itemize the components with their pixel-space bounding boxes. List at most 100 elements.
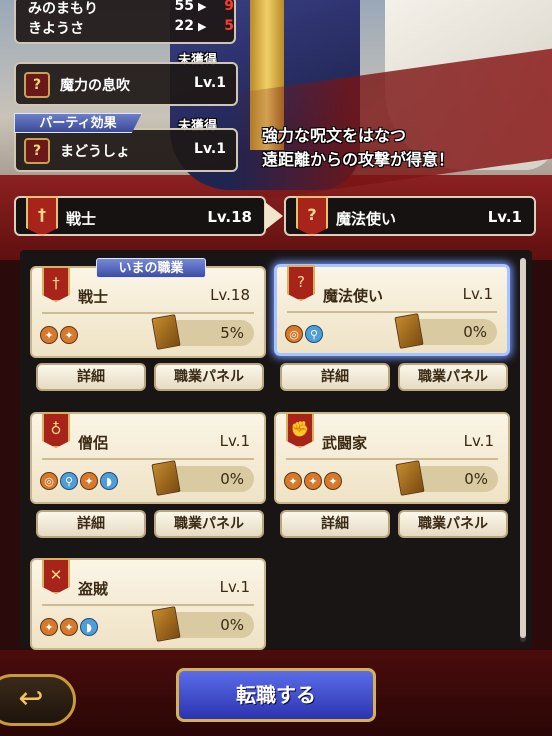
back-button[interactable]: ↩ <box>0 674 76 726</box>
stat-new-value: 5 <box>224 18 234 34</box>
divider <box>287 311 497 313</box>
stats-panel: みのまもり 55 ▶ 9 きようさ 22 ▶ 5 <box>14 0 236 44</box>
detail-button[interactable]: 詳細 <box>36 363 146 391</box>
job-level: Lv.1 <box>219 432 250 450</box>
skill-level: Lv.1 <box>194 75 226 91</box>
job-name: 魔法使い <box>323 287 384 305</box>
job-name: 盗賊 <box>78 580 109 598</box>
question-icon: ? <box>296 196 328 236</box>
weapon-icon: ◗ <box>100 472 118 490</box>
skill-panel[interactable]: ? 魔力の息吹 Lv.1 <box>14 62 238 106</box>
job-panel-button[interactable]: 職業パネル <box>154 510 264 538</box>
job-level: Lv.1 <box>462 285 493 303</box>
detail-button[interactable]: 詳細 <box>280 510 390 538</box>
job-name: 戦士 <box>78 288 109 306</box>
weapon-icon: ✦ <box>60 618 78 636</box>
question-icon: ? <box>287 265 315 301</box>
weapon-icon: ◎ <box>285 325 303 343</box>
staff-icon: ♁ <box>42 412 70 448</box>
arrow-right-icon: ▶ <box>198 0 207 13</box>
current-job-selector: † 戦士 Lv.18 <box>14 196 266 236</box>
progress-percent: 0% <box>464 470 488 488</box>
weapon-icons: ◎ ⚲ <box>285 323 325 343</box>
weapon-icon: ✦ <box>40 326 58 344</box>
divider <box>42 604 254 606</box>
change-job-button[interactable]: 転職する <box>176 668 376 722</box>
job-card-priest[interactable]: ♁ 僧侶 Lv.1 ◎ ⚲ ✦ ◗ 0% <box>30 412 266 504</box>
job-description: 強力な呪文をはなつ 遠距離からの攻撃が得意！ <box>262 124 552 172</box>
back-arrow-icon: ↩ <box>18 681 44 716</box>
weapon-icon: ◎ <box>40 472 58 490</box>
job-panel-icon <box>394 313 424 349</box>
job-panel-icon <box>151 314 181 350</box>
detail-button[interactable]: 詳細 <box>36 510 146 538</box>
panel-progress: 0% <box>395 460 498 496</box>
sword-icon: † <box>26 196 58 236</box>
job-panel-button[interactable]: 職業パネル <box>398 363 508 391</box>
job-card-martial-artist[interactable]: ✊ 武闘家 Lv.1 ✦ ✦ ✦ 0% <box>274 412 510 504</box>
weapon-icons: ✦ ✦ ✦ <box>284 470 344 490</box>
weapon-icon: ✦ <box>324 472 342 490</box>
job-panel-button[interactable]: 職業パネル <box>154 363 264 391</box>
target-job-selector: ? 魔法使い Lv.1 <box>284 196 536 236</box>
job-name: 武闘家 <box>322 434 368 452</box>
divider <box>42 458 254 460</box>
job-description-line-1: 強力な呪文をはなつ <box>262 126 407 145</box>
sword-icon: † <box>42 266 70 302</box>
scrollbar[interactable] <box>520 258 526 642</box>
job-description-line-2: 遠距離からの攻撃が得意！ <box>262 150 455 169</box>
fist-icon: ✊ <box>286 412 314 448</box>
panel-progress: 0% <box>151 460 254 496</box>
divider <box>42 312 254 314</box>
skill-level: Lv.1 <box>194 141 226 157</box>
current-job-level: Lv.18 <box>207 208 252 226</box>
question-icon: ? <box>24 72 50 98</box>
stat-value: 55 <box>174 0 194 14</box>
progress-percent: 0% <box>463 323 487 341</box>
current-job-name: 戦士 <box>66 210 97 228</box>
detail-button[interactable]: 詳細 <box>280 363 390 391</box>
job-panel-icon <box>151 606 181 642</box>
weapon-icon: ✦ <box>60 326 78 344</box>
job-level: Lv.1 <box>463 432 494 450</box>
job-level: Lv.18 <box>210 286 250 304</box>
weapon-icons: ✦ ✦ ◗ <box>40 616 100 636</box>
weapon-icon: ◗ <box>80 618 98 636</box>
party-effect-panel[interactable]: ? まどうしょ Lv.1 <box>14 128 238 172</box>
crossed-daggers-icon: ✕ <box>42 558 70 594</box>
skill-name: 魔力の息吹 <box>60 78 130 94</box>
panel-progress: 0% <box>394 313 497 349</box>
progress-percent: 0% <box>220 470 244 488</box>
weapon-icon: ✦ <box>284 472 302 490</box>
arrow-right-icon: ▶ <box>198 20 207 33</box>
weapon-icon: ⚲ <box>305 325 323 343</box>
scrollbar-thumb[interactable] <box>520 258 526 638</box>
target-job-name: 魔法使い <box>336 210 397 228</box>
party-effect-tag: パーティ効果 <box>14 113 142 133</box>
job-level: Lv.1 <box>219 578 250 596</box>
skill-name: まどうしょ <box>60 144 130 160</box>
job-name: 僧侶 <box>78 434 109 452</box>
stat-value: 22 <box>174 18 194 34</box>
job-card-warrior[interactable]: † 戦士 Lv.18 ✦ ✦ 5% <box>30 266 266 358</box>
job-panel-button[interactable]: 職業パネル <box>398 510 508 538</box>
target-job-level: Lv.1 <box>487 208 522 226</box>
weapon-icons: ◎ ⚲ ✦ ◗ <box>40 470 120 490</box>
job-panel-icon <box>395 460 425 496</box>
stat-name: みのまもり <box>28 1 98 17</box>
weapon-icons: ✦ ✦ <box>40 324 80 344</box>
job-card-thief[interactable]: ✕ 盗賊 Lv.1 ✦ ✦ ◗ 0% <box>30 558 266 650</box>
divider <box>286 458 498 460</box>
current-job-ribbon: いまの職業 <box>96 258 206 278</box>
weapon-icon: ✦ <box>40 618 58 636</box>
job-card-mage[interactable]: ? 魔法使い Lv.1 ◎ ⚲ 0% <box>274 264 510 356</box>
panel-progress: 0% <box>151 606 254 642</box>
weapon-icon: ✦ <box>304 472 322 490</box>
stat-new-value: 9 <box>224 0 234 14</box>
stat-name: きようさ <box>28 21 84 37</box>
weapon-icon: ⚲ <box>60 472 78 490</box>
weapon-icon: ✦ <box>80 472 98 490</box>
job-panel-icon <box>151 460 181 496</box>
question-icon: ? <box>24 138 50 164</box>
panel-progress: 5% <box>151 314 254 350</box>
